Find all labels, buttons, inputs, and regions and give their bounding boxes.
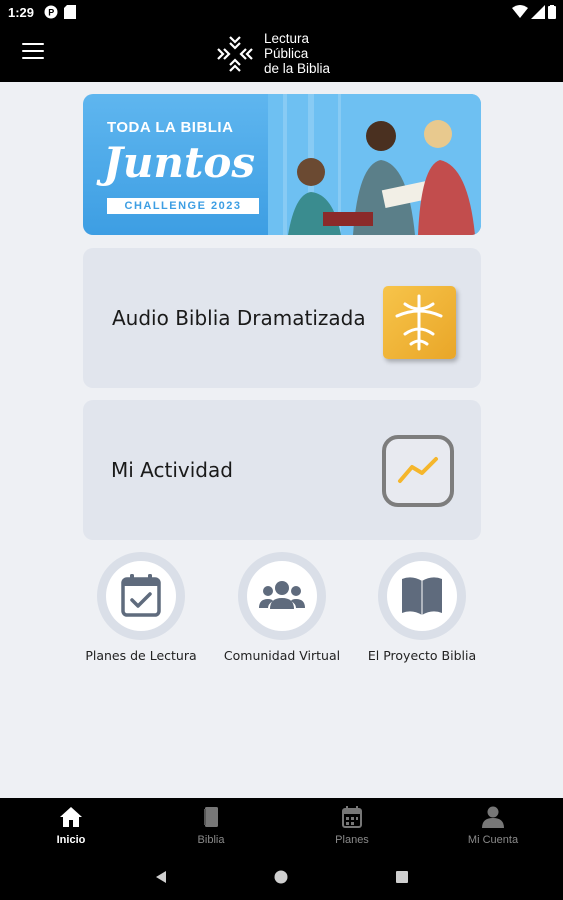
wifi-icon	[512, 5, 528, 18]
banner-subtitle: CHALLENGE 2023	[107, 198, 259, 214]
nav-account[interactable]: Mi Cuenta	[443, 798, 543, 854]
virtual-community-button[interactable]	[238, 552, 326, 640]
reading-plans-shortcut[interactable]: Planes de Lectura	[71, 552, 211, 663]
brand-line-2: Pública	[264, 46, 309, 61]
banner-title: TODA LA BIBLIA	[107, 119, 234, 136]
bible-project-button[interactable]	[378, 552, 466, 640]
my-activity-card[interactable]: Mi Actividad	[83, 400, 481, 540]
system-navigation-bar	[0, 854, 563, 900]
home-icon	[60, 807, 82, 827]
notification-icon: P	[44, 5, 58, 19]
users-icon	[259, 581, 305, 609]
audio-bible-label: Audio Biblia Dramatizada	[112, 306, 366, 330]
nav-home[interactable]: Inicio	[21, 798, 121, 854]
calendar-icon	[342, 806, 362, 828]
nav-plans[interactable]: Planes	[302, 798, 402, 854]
book-open-icon	[402, 577, 442, 615]
home-content: TODA LA BIBLIA Juntos CHALLENGE 2023 Aud…	[0, 82, 563, 798]
brand-name: Lectura Pública de la Biblia	[264, 31, 330, 76]
app-bar: Lectura Pública de la Biblia	[0, 24, 563, 82]
back-icon[interactable]	[154, 870, 168, 884]
virtual-community-label: Comunidad Virtual	[223, 648, 341, 663]
nav-bible[interactable]: Biblia	[161, 798, 261, 854]
home-system-icon[interactable]	[274, 870, 288, 884]
sd-card-icon	[64, 5, 76, 19]
my-activity-label: Mi Actividad	[111, 458, 233, 482]
nav-plans-label: Planes	[335, 834, 369, 846]
calendar-check-icon	[121, 574, 161, 617]
signal-icon	[531, 5, 545, 19]
trend-icon	[382, 435, 454, 507]
status-time: 1:29	[8, 5, 35, 20]
reading-plans-label: Planes de Lectura	[85, 648, 197, 663]
virtual-community-shortcut[interactable]: Comunidad Virtual	[212, 552, 352, 663]
menu-button[interactable]	[22, 43, 44, 61]
challenge-banner[interactable]: TODA LA BIBLIA Juntos CHALLENGE 2023	[83, 94, 481, 235]
bible-project-label: El Proyecto Biblia	[367, 648, 477, 663]
banner-headline: Juntos	[103, 138, 256, 187]
app-logo: Lectura Pública de la Biblia	[210, 29, 360, 79]
battery-icon	[548, 5, 556, 19]
cross-logo-icon	[217, 36, 253, 72]
audio-bible-card[interactable]: Audio Biblia Dramatizada	[83, 248, 481, 388]
brand-line-3: de la Biblia	[264, 61, 331, 76]
bottom-navigation: Inicio Biblia Planes Mi Cuenta	[0, 798, 563, 854]
svg-text:P: P	[48, 8, 54, 18]
recents-icon[interactable]	[395, 870, 409, 884]
reading-plans-button[interactable]	[97, 552, 185, 640]
nav-home-label: Inicio	[56, 834, 86, 846]
brand-line-1: Lectura	[264, 31, 310, 46]
status-bar: 1:29 P	[0, 0, 563, 24]
nav-account-label: Mi Cuenta	[467, 834, 519, 846]
bible-project-shortcut[interactable]: El Proyecto Biblia	[352, 552, 492, 663]
nav-bible-label: Biblia	[197, 834, 225, 846]
bible-icon	[204, 807, 218, 827]
audio-bible-icon	[383, 286, 456, 359]
user-icon	[482, 806, 504, 828]
